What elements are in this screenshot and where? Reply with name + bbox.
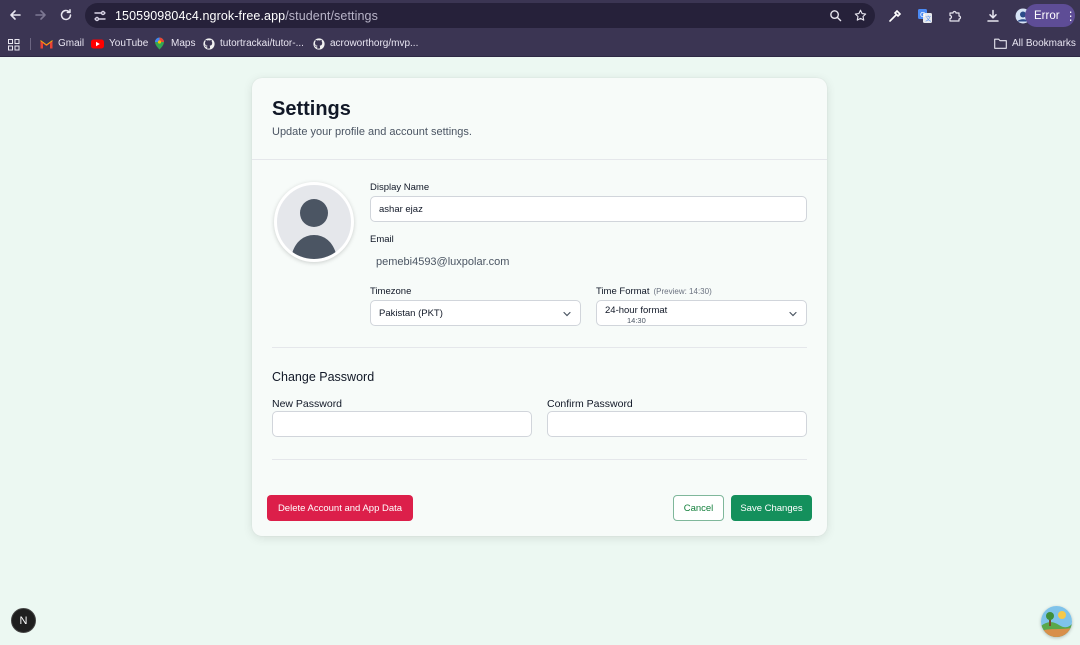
folder-icon — [994, 37, 1007, 50]
browser-toolbar: 1505909804c4.ngrok-free.app/student/sett… — [0, 0, 1080, 31]
time-format-label: Time Format (Preview: 14:30) — [596, 286, 712, 297]
save-changes-button[interactable]: Save Changes — [731, 495, 812, 521]
user-silhouette-icon — [291, 199, 337, 259]
all-bookmarks-label: All Bookmarks — [1012, 38, 1076, 49]
nextjs-dev-badge[interactable]: N — [11, 608, 36, 633]
cancel-button[interactable]: Cancel — [673, 495, 724, 521]
chevron-down-icon — [789, 311, 797, 317]
bookmark-label: acroworthorg/mvp... — [330, 38, 419, 49]
new-password-label: New Password — [272, 398, 343, 410]
back-arrow-icon — [10, 10, 21, 20]
password-divider — [272, 459, 807, 460]
header-divider — [252, 159, 827, 160]
site-info-icon[interactable] — [91, 7, 109, 25]
time-format-select[interactable]: 24-hour format 14:30 — [596, 300, 807, 326]
display-name-label: Display Name — [370, 182, 430, 193]
profile-error-label: Error — [1034, 9, 1060, 22]
bookmark-star-icon[interactable] — [854, 9, 867, 22]
forward-button[interactable] — [28, 2, 54, 28]
back-button[interactable] — [2, 2, 28, 28]
page-title: Settings — [272, 98, 351, 120]
gmail-icon — [40, 37, 53, 50]
bookmark-label: Gmail — [58, 38, 85, 49]
eyedropper-extension-icon[interactable] — [884, 5, 906, 27]
new-password-field[interactable] — [272, 411, 532, 437]
profile-divider — [272, 347, 807, 348]
reload-icon — [60, 9, 72, 21]
apps-grid-icon[interactable] — [8, 38, 20, 56]
reload-button[interactable] — [53, 2, 79, 28]
change-password-title: Change Password — [272, 370, 375, 384]
more-menu-icon[interactable]: ⋮ — [1065, 9, 1077, 23]
time-format-example: 14:30 — [627, 316, 646, 325]
address-bar[interactable]: 1505909804c4.ngrok-free.app/student/sett… — [85, 3, 875, 28]
url-host: 1505909804c4.ngrok-free.app — [115, 8, 286, 23]
bookmarks-divider — [30, 38, 31, 50]
download-icon[interactable] — [982, 5, 1004, 27]
all-bookmarks-button[interactable]: All Bookmarks — [994, 37, 1076, 50]
bookmark-gmail[interactable]: Gmail — [40, 37, 84, 50]
page-subtitle: Update your profile and account settings… — [272, 126, 472, 138]
time-format-value: 24-hour format — [605, 305, 668, 316]
youtube-icon — [91, 37, 104, 50]
bookmark-acroworthorg[interactable]: acroworthorg/mvp... — [312, 37, 418, 50]
email-value: pemebi4593@luxpolar.com — [376, 256, 510, 268]
extensions-puzzle-icon[interactable] — [944, 5, 966, 27]
bookmark-maps[interactable]: Maps — [153, 37, 195, 50]
time-format-preview: (Preview: 14:30) — [653, 287, 712, 296]
url-text: 1505909804c4.ngrok-free.app/student/sett… — [115, 9, 378, 23]
github-icon — [312, 37, 325, 50]
bookmarks-bar: Gmail YouTube Maps tutortrackai/tutor-..… — [0, 31, 1080, 57]
translate-extension-icon[interactable]: G文 — [914, 5, 936, 27]
timezone-label: Timezone — [370, 286, 412, 297]
settings-card: Settings Update your profile and account… — [252, 78, 827, 536]
svg-text:文: 文 — [925, 15, 931, 23]
bookmark-youtube[interactable]: YouTube — [91, 37, 148, 50]
avatar[interactable] — [274, 182, 354, 262]
email-label: Email — [370, 234, 394, 245]
github-icon — [202, 37, 215, 50]
chevron-down-icon — [563, 311, 571, 317]
url-path: /student/settings — [285, 8, 378, 23]
zoom-search-icon[interactable] — [829, 9, 842, 22]
time-format-label-text: Time Format — [596, 286, 650, 297]
delete-account-button[interactable]: Delete Account and App Data — [267, 495, 413, 521]
bookmark-tutortrackai[interactable]: tutortrackai/tutor-... — [202, 37, 304, 50]
timezone-value: Pakistan (PKT) — [379, 307, 443, 319]
landscape-extension-icon[interactable] — [1041, 606, 1072, 637]
forward-arrow-icon — [35, 10, 46, 20]
maps-icon — [153, 37, 166, 50]
bookmark-label: tutortrackai/tutor-... — [220, 38, 304, 49]
confirm-password-field[interactable] — [547, 411, 807, 437]
bookmark-label: Maps — [171, 38, 196, 49]
display-name-field[interactable]: ashar ejaz — [370, 196, 807, 222]
profile-error-button[interactable]: Error ⋮ — [1025, 4, 1077, 27]
timezone-select[interactable]: Pakistan (PKT) — [370, 300, 581, 326]
confirm-password-label: Confirm Password — [547, 398, 633, 410]
bookmark-label: YouTube — [109, 38, 149, 49]
